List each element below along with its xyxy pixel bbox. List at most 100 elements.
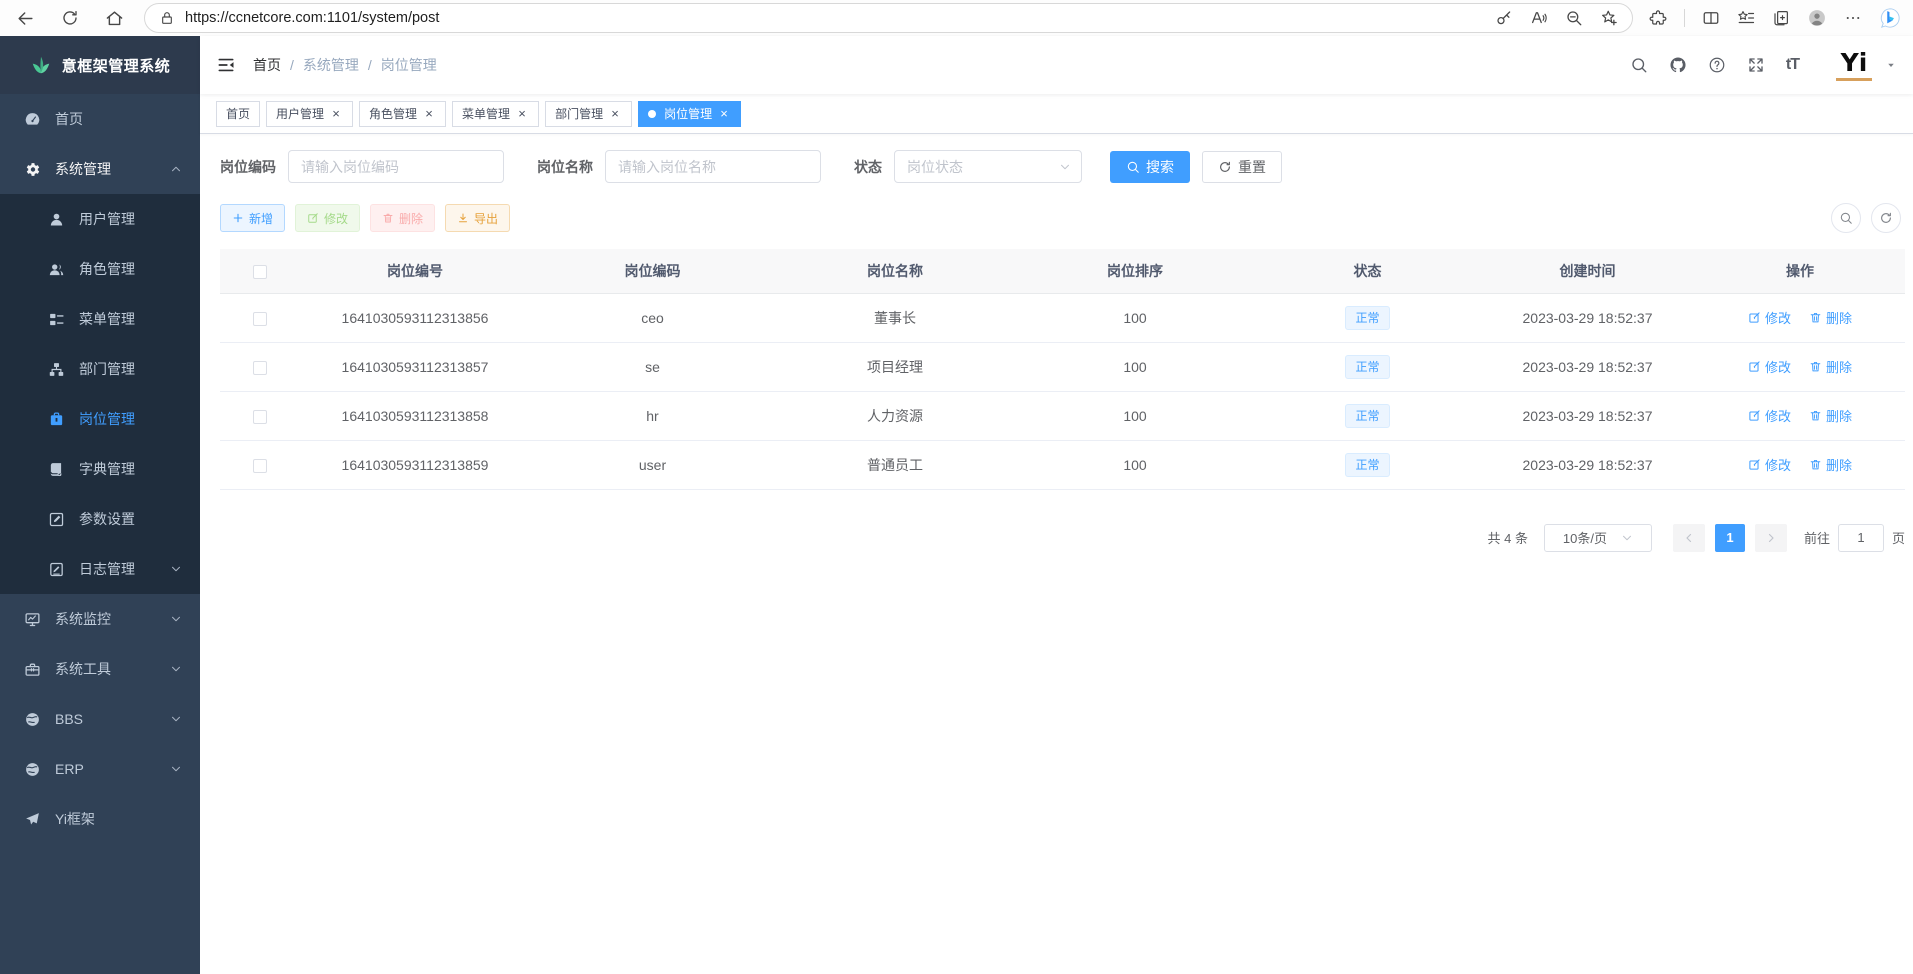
pagination: 共 4 条 10条/页 1 前往 页 <box>220 524 1905 552</box>
page-unit-label: 页 <box>1892 528 1905 547</box>
reset-button[interactable]: 重置 <box>1202 151 1282 183</box>
table-row: 1641030593112313859 user 普通员工 100 正常 202… <box>220 440 1905 489</box>
browser-back-button[interactable] <box>16 9 35 28</box>
post-code-label: 岗位编码 <box>220 157 276 177</box>
row-checkbox[interactable] <box>253 312 267 326</box>
delete-row-button[interactable]: 删除 <box>1809 357 1852 376</box>
bing-icon[interactable] <box>1879 7 1901 29</box>
lock-icon[interactable] <box>159 10 175 26</box>
search-icon <box>1839 211 1853 225</box>
add-button[interactable]: 新增 <box>220 204 285 232</box>
delete-button[interactable]: 删除 <box>370 204 435 232</box>
status-label: 状态 <box>854 157 882 177</box>
delete-row-button[interactable]: 删除 <box>1809 406 1852 425</box>
url-text[interactable]: https://ccnetcore.com:1101/system/post <box>185 10 1485 26</box>
cell-post-name: 董事长 <box>775 293 1015 342</box>
font-size-icon[interactable]: tT <box>1786 56 1799 74</box>
sidebar-item-dept-manage[interactable]: 部门管理 <box>0 344 200 394</box>
more-icon[interactable] <box>1844 9 1862 27</box>
sidebar-item-role-manage[interactable]: 角色管理 <box>0 244 200 294</box>
close-icon[interactable]: × <box>329 107 343 121</box>
edit-row-button[interactable]: 修改 <box>1748 357 1791 376</box>
search-icon[interactable] <box>1630 56 1648 74</box>
cell-post-sort: 100 <box>1015 391 1255 440</box>
toggle-search-button[interactable] <box>1831 203 1861 233</box>
sidebar-item-post-manage[interactable]: 岗位管理 <box>0 394 200 444</box>
browser-refresh-button[interactable] <box>61 9 79 27</box>
sidebar-item-yi-framework[interactable]: Yi框架 <box>0 794 200 844</box>
split-screen-icon[interactable] <box>1702 9 1720 27</box>
edit-row-button[interactable]: 修改 <box>1748 308 1791 327</box>
prev-page-button[interactable] <box>1673 524 1705 552</box>
row-checkbox[interactable] <box>253 410 267 424</box>
cell-post-code: user <box>530 440 775 489</box>
app-logo[interactable]: 意框架管理系统 <box>0 36 200 94</box>
tab-post-manage[interactable]: 岗位管理 × <box>638 101 741 127</box>
close-icon[interactable]: × <box>717 107 731 121</box>
edit-row-button[interactable]: 修改 <box>1748 406 1791 425</box>
select-all-checkbox[interactable] <box>253 265 267 279</box>
sidebar-item-system-monitor[interactable]: 系统监控 <box>0 594 200 644</box>
password-key-icon[interactable] <box>1495 9 1513 27</box>
sidebar-item-home[interactable]: 首页 <box>0 94 200 144</box>
favorites-icon[interactable] <box>1737 9 1755 27</box>
profile-icon[interactable] <box>1807 8 1827 28</box>
collections-icon[interactable] <box>1772 9 1790 27</box>
sidebar-item-log-manage[interactable]: 日志管理 <box>0 544 200 594</box>
row-checkbox[interactable] <box>253 459 267 473</box>
post-code-input[interactable] <box>288 150 504 183</box>
sidebar-item-bbs[interactable]: BBS <box>0 694 200 744</box>
search-button[interactable]: 搜索 <box>1110 151 1190 183</box>
add-favorite-icon[interactable] <box>1600 9 1618 27</box>
breadcrumb-home[interactable]: 首页 <box>253 55 281 75</box>
edit-icon <box>1748 311 1761 324</box>
sidebar-item-erp[interactable]: ERP <box>0 744 200 794</box>
tab-user-manage[interactable]: 用户管理 × <box>266 101 353 127</box>
sidebar-item-dict-manage[interactable]: 字典管理 <box>0 444 200 494</box>
read-aloud-icon[interactable] <box>1530 9 1548 27</box>
edit-link-label: 修改 <box>1765 406 1791 425</box>
edit-row-button[interactable]: 修改 <box>1748 455 1791 474</box>
tab-home[interactable]: 首页 <box>216 101 260 127</box>
browser-home-button[interactable] <box>105 9 124 28</box>
cell-created: 2023-03-29 18:52:37 <box>1480 342 1695 391</box>
sidebar-item-menu-manage[interactable]: 菜单管理 <box>0 294 200 344</box>
sidebar-item-param-setting[interactable]: 参数设置 <box>0 494 200 544</box>
tab-role-manage[interactable]: 角色管理 × <box>359 101 446 127</box>
sidebar-fold-icon[interactable] <box>216 55 236 75</box>
delete-row-button[interactable]: 删除 <box>1809 455 1852 474</box>
row-checkbox[interactable] <box>253 361 267 375</box>
refresh-table-button[interactable] <box>1871 203 1901 233</box>
cell-post-code: hr <box>530 391 775 440</box>
export-button[interactable]: 导出 <box>445 204 510 232</box>
close-icon[interactable]: × <box>608 107 622 121</box>
tab-menu-manage[interactable]: 菜单管理 × <box>452 101 539 127</box>
fullscreen-icon[interactable] <box>1747 56 1765 74</box>
extensions-icon[interactable] <box>1649 9 1667 27</box>
cell-created: 2023-03-29 18:52:37 <box>1480 293 1695 342</box>
edit-button[interactable]: 修改 <box>295 204 360 232</box>
goto-page-input[interactable] <box>1838 524 1884 552</box>
zoom-out-icon[interactable] <box>1565 9 1583 27</box>
github-icon[interactable] <box>1669 56 1687 74</box>
users-icon <box>48 261 65 278</box>
tab-dept-manage[interactable]: 部门管理 × <box>545 101 632 127</box>
sidebar-item-user-manage[interactable]: 用户管理 <box>0 194 200 244</box>
close-icon[interactable]: × <box>515 107 529 121</box>
help-icon[interactable] <box>1708 56 1726 74</box>
page-size-select[interactable]: 10条/页 <box>1544 524 1652 552</box>
status-select[interactable]: 岗位状态 <box>894 150 1082 183</box>
sidebar-item-system-manage[interactable]: 系统管理 <box>0 144 200 194</box>
sidebar-item-system-tools[interactable]: 系统工具 <box>0 644 200 694</box>
status-field-group: 状态 岗位状态 <box>854 150 1082 183</box>
user-avatar-menu[interactable]: Yi <box>1832 43 1897 87</box>
post-name-input[interactable] <box>605 150 821 183</box>
close-icon[interactable]: × <box>422 107 436 121</box>
chevron-down-icon <box>170 763 182 775</box>
next-page-button[interactable] <box>1755 524 1787 552</box>
delete-row-button[interactable]: 删除 <box>1809 308 1852 327</box>
page-content: 岗位编码 岗位名称 状态 岗位状态 搜索 <box>200 134 1913 974</box>
browser-toolbar: https://ccnetcore.com:1101/system/post <box>0 0 1913 36</box>
address-bar[interactable]: https://ccnetcore.com:1101/system/post <box>144 3 1633 33</box>
current-page-button[interactable]: 1 <box>1715 524 1745 552</box>
